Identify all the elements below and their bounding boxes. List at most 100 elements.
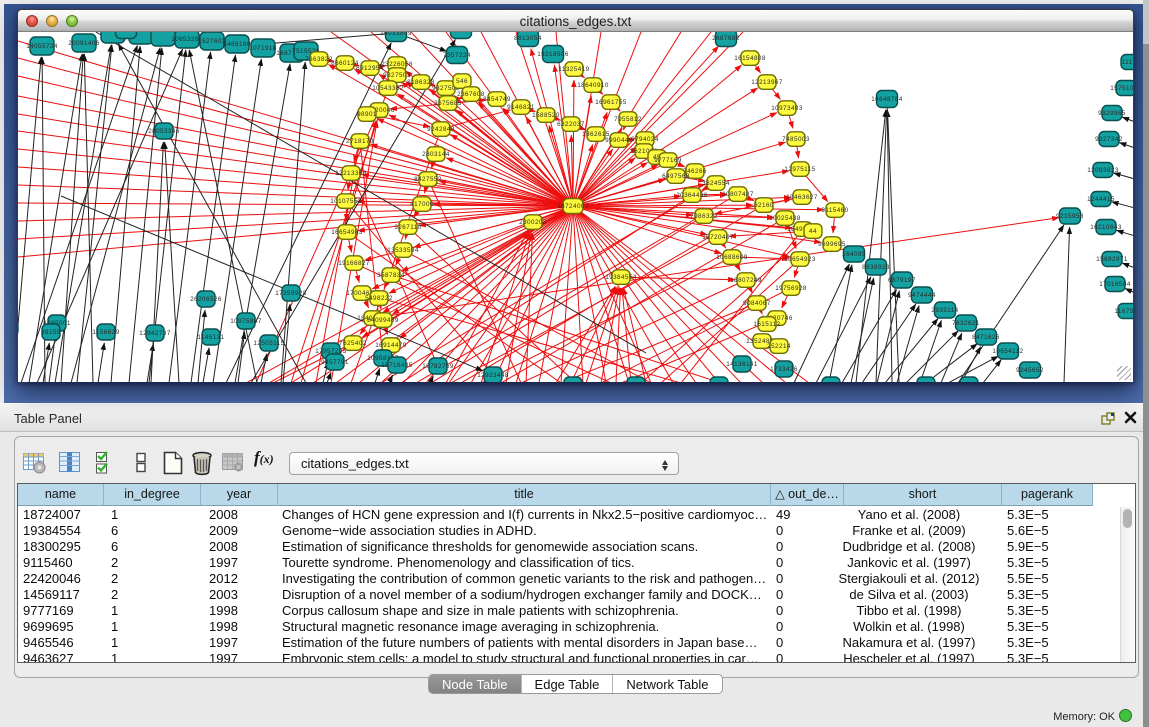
svg-text:19166827: 19166827	[338, 260, 370, 267]
svg-text:8813054: 8813054	[514, 35, 542, 42]
svg-text:98901: 98901	[357, 111, 377, 118]
svg-text:28053346: 28053346	[148, 128, 180, 135]
svg-text:16914479: 16914479	[375, 342, 407, 349]
svg-text:10973493: 10973493	[771, 105, 803, 112]
svg-text:1167534: 1167534	[1114, 308, 1133, 315]
svg-text:7357224: 7357224	[443, 52, 471, 59]
svg-text:20364436: 20364436	[676, 192, 708, 199]
svg-text:11172: 11172	[1122, 59, 1133, 66]
svg-text:12505115: 12505115	[253, 340, 284, 347]
svg-text:7632621: 7632621	[952, 320, 980, 327]
svg-text:9215958: 9215958	[1056, 213, 1084, 220]
svg-text:2718170: 2718170	[346, 138, 374, 145]
svg-text:7986322: 7986322	[690, 213, 718, 220]
svg-text:7625402: 7625402	[339, 340, 367, 347]
svg-text:10543382: 10543382	[372, 85, 404, 92]
svg-text:6879197: 6879197	[888, 277, 916, 284]
svg-text:7663822: 7663822	[305, 56, 333, 63]
svg-text:26206526: 26206526	[190, 296, 222, 303]
svg-text:7955812: 7955812	[614, 116, 642, 123]
svg-text:2803144: 2803144	[422, 151, 450, 158]
svg-text:13533594: 13533594	[387, 247, 419, 254]
svg-text:2935114: 2935114	[931, 307, 958, 314]
svg-text:19756928: 19756928	[775, 285, 807, 292]
svg-text:39155: 39155	[41, 329, 61, 336]
svg-text:6794024: 6794024	[631, 136, 659, 143]
svg-text:19218506: 19218506	[537, 51, 569, 58]
svg-text:15692971: 15692971	[1096, 256, 1128, 263]
svg-text:1615112: 1615112	[753, 321, 780, 328]
svg-text:252214: 252214	[767, 343, 791, 350]
svg-text:10025438: 10025438	[769, 215, 801, 222]
svg-text:16654983: 16654983	[331, 229, 363, 236]
svg-text:9327503: 9327503	[383, 72, 411, 79]
svg-text:12213967: 12213967	[751, 79, 783, 86]
svg-text:1733426: 1733426	[770, 366, 798, 373]
svg-text:546: 546	[456, 78, 468, 85]
svg-text:8186328: 8186328	[407, 79, 435, 86]
svg-text:8912954: 8912954	[356, 65, 384, 72]
svg-text:10975887: 10975887	[230, 318, 262, 325]
svg-text:9146821: 9146821	[507, 104, 535, 111]
svg-text:3267110: 3267110	[394, 224, 421, 231]
svg-text:9329965: 9329965	[1098, 110, 1126, 117]
svg-text:18807249: 18807249	[730, 277, 762, 284]
svg-text:9245652: 9245652	[1016, 367, 1044, 374]
svg-text:12213363: 12213363	[335, 170, 367, 177]
svg-text:44: 44	[809, 228, 817, 235]
svg-text:84099489: 84099489	[367, 317, 399, 324]
svg-text:9242848: 9242848	[427, 126, 455, 133]
svg-text:8660124: 8660124	[331, 60, 359, 67]
svg-text:16961755: 16961755	[595, 99, 627, 106]
svg-text:9777169: 9777169	[654, 157, 682, 164]
svg-text:1071918: 1071918	[249, 45, 277, 52]
svg-text:11325419: 11325419	[558, 66, 589, 73]
svg-text:8471626: 8471626	[972, 334, 1000, 341]
svg-text:8938923: 8938923	[862, 264, 890, 271]
svg-text:9115460: 9115460	[821, 207, 848, 214]
svg-text:1145131: 1145131	[197, 334, 224, 341]
svg-text:17359928: 17359928	[275, 290, 307, 297]
svg-text:16210643: 16210643	[1090, 224, 1122, 231]
svg-text:9227342: 9227342	[1095, 136, 1123, 143]
svg-text:417006: 417006	[410, 201, 434, 208]
svg-text:1588520: 1588520	[532, 112, 560, 119]
svg-text:18724007: 18724007	[557, 203, 589, 210]
svg-text:3587834: 3587834	[377, 272, 405, 279]
svg-text:12923448: 12923448	[477, 372, 509, 379]
svg-text:16033809: 16033809	[380, 32, 412, 37]
svg-text:3624554: 3624554	[702, 180, 730, 187]
svg-text:16154808: 16154808	[734, 55, 766, 62]
svg-text:9084067: 9084067	[743, 300, 771, 307]
svg-text:6497568: 6497568	[662, 173, 690, 180]
svg-text:10654112: 10654112	[992, 348, 1023, 355]
svg-text:10688609: 10688609	[716, 254, 748, 261]
svg-text:15716485: 15716485	[381, 362, 413, 369]
svg-text:1156829: 1156829	[92, 329, 119, 336]
svg-text:19384554: 19384554	[605, 274, 637, 281]
svg-text:6322037: 6322037	[557, 121, 585, 128]
svg-text:17016504: 17016504	[1099, 281, 1131, 288]
svg-text:5498222: 5498222	[365, 295, 393, 302]
svg-text:12942737: 12942737	[139, 330, 171, 337]
svg-text:16782759: 16782759	[422, 363, 454, 370]
svg-text:2367608: 2367608	[457, 91, 485, 98]
svg-text:14136141: 14136141	[726, 361, 758, 368]
svg-text:9699695: 9699695	[818, 241, 846, 248]
svg-text:10107553: 10107553	[330, 198, 362, 205]
svg-text:8454749: 8454749	[483, 96, 511, 103]
svg-text:9457791: 9457791	[321, 359, 349, 366]
svg-text:9474444: 9474444	[908, 292, 936, 299]
svg-text:18640910: 18640910	[577, 82, 609, 89]
svg-text:1244415: 1244415	[1087, 196, 1115, 203]
svg-text:1527602: 1527602	[198, 38, 226, 45]
svg-text:62160: 62160	[754, 202, 774, 209]
svg-text:15751074: 15751074	[1110, 85, 1133, 92]
svg-text:10807487: 10807487	[722, 191, 754, 198]
svg-text:15720407: 15720407	[702, 234, 734, 241]
svg-text:13654923: 13654923	[784, 256, 816, 263]
svg-text:6466160: 6466160	[223, 41, 251, 48]
svg-text:7485003: 7485003	[782, 136, 810, 143]
svg-text:12093823: 12093823	[1087, 167, 1119, 174]
svg-text:164095: 164095	[842, 251, 866, 258]
